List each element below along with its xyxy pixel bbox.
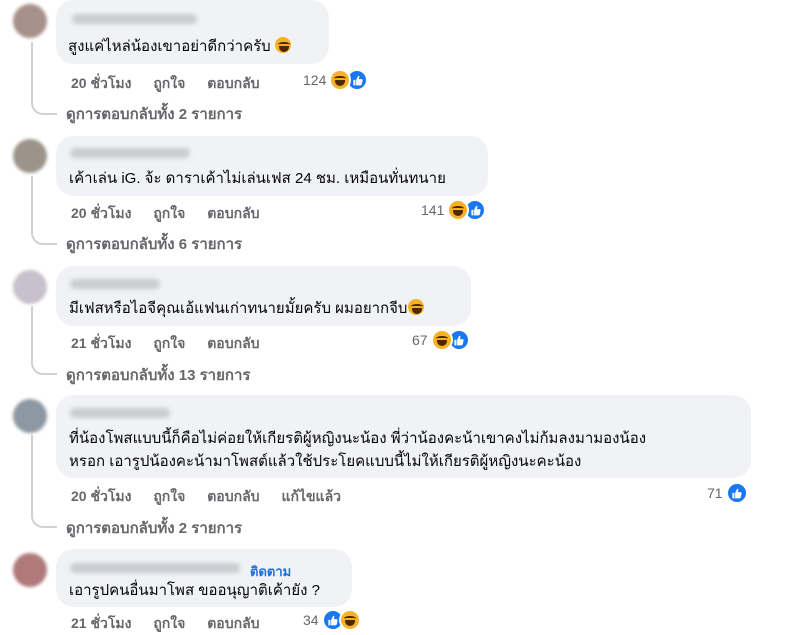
comment-text-line-2: หรอก เอารูปน้องคะน้ามาโพสต์แล้วใช้ประโยค… bbox=[69, 453, 582, 470]
timestamp[interactable]: 21 ชั่วโมง bbox=[71, 333, 131, 355]
timestamp[interactable]: 20 ชั่วโมง bbox=[71, 203, 131, 225]
follow-button[interactable]: ติดตาม bbox=[250, 561, 291, 582]
reaction-summary[interactable]: 34 bbox=[303, 609, 361, 631]
haha-icon bbox=[430, 329, 453, 351]
reply-button[interactable]: ตอบกลับ bbox=[207, 203, 259, 225]
reaction-count: 67 bbox=[412, 332, 428, 348]
haha-icon bbox=[447, 199, 470, 221]
view-replies-link[interactable]: ดูการตอบกลับทั้ง 13 รายการ bbox=[66, 363, 250, 387]
reaction-count: 124 bbox=[303, 72, 327, 88]
author-name-blurred[interactable] bbox=[70, 563, 240, 573]
reply-button[interactable]: ตอบกลับ bbox=[207, 486, 259, 508]
comment-text-line-1: ที่น้องโพสแบบนี้ก็คือไม่ค่อยให้เกียรติผู… bbox=[69, 430, 647, 447]
avatar[interactable] bbox=[13, 270, 47, 304]
reply-button[interactable]: ตอบกลับ bbox=[207, 613, 259, 635]
like-icon bbox=[725, 482, 748, 504]
timestamp[interactable]: 20 ชั่วโมง bbox=[71, 486, 131, 508]
avatar[interactable] bbox=[13, 4, 47, 38]
reaction-summary[interactable]: 67 bbox=[412, 329, 470, 351]
view-replies-link[interactable]: ดูการตอบกลับทั้ง 2 รายการ bbox=[66, 102, 242, 126]
reply-button[interactable]: ตอบกลับ bbox=[207, 333, 259, 355]
thread-connector bbox=[31, 176, 57, 245]
view-replies-link[interactable]: ดูการตอบกลับทั้ง 6 รายการ bbox=[66, 232, 242, 256]
comment-text: สูงแค่ไหล่น้องเขาอย่าดีกว่าครับ bbox=[68, 36, 291, 58]
thread-connector bbox=[31, 306, 57, 375]
haha-icon bbox=[338, 609, 361, 631]
author-name-blurred[interactable] bbox=[70, 279, 160, 289]
like-button[interactable]: ถูกใจ bbox=[153, 73, 185, 95]
comment-text: เอารูปคนอื่นมาโพส ขออนุญาติเค้ายัง ? bbox=[69, 582, 320, 599]
thread-connector bbox=[31, 435, 57, 528]
laughing-emoji-icon bbox=[274, 37, 291, 53]
avatar[interactable] bbox=[13, 553, 47, 587]
like-button[interactable]: ถูกใจ bbox=[153, 486, 185, 508]
author-name-blurred[interactable] bbox=[70, 148, 190, 158]
laughing-emoji-icon bbox=[408, 299, 425, 315]
like-button[interactable]: ถูกใจ bbox=[153, 333, 185, 355]
comment-actions: 20 ชั่วโมง ถูกใจ ตอบกลับ bbox=[71, 203, 278, 225]
timestamp[interactable]: 21 ชั่วโมง bbox=[71, 613, 131, 635]
comment-actions: 21 ชั่วโมง ถูกใจ ตอบกลับ bbox=[71, 613, 278, 635]
comment-text: มีเฟสหรือไอจีคุณเอ้แฟนเก่าทนายมั้ยครับ ผ… bbox=[69, 298, 425, 320]
comment-actions: 20 ชั่วโมง ถูกใจ ตอบกลับ แก้ไขแล้ว bbox=[71, 486, 359, 508]
reaction-count: 34 bbox=[303, 612, 319, 628]
author-name-blurred[interactable] bbox=[72, 14, 197, 24]
avatar[interactable] bbox=[13, 139, 47, 173]
comment-actions: 20 ชั่วโมง ถูกใจ ตอบกลับ bbox=[71, 73, 278, 95]
comment-text: เค้าเล่น iG. จ้ะ ดาราเค้าไม่เล่นเฟส 24 ช… bbox=[69, 170, 446, 187]
like-button[interactable]: ถูกใจ bbox=[153, 203, 185, 225]
reaction-summary[interactable]: 71 bbox=[707, 482, 748, 504]
timestamp[interactable]: 20 ชั่วโมง bbox=[71, 73, 131, 95]
reaction-summary[interactable]: 124 bbox=[303, 69, 369, 91]
reaction-count: 141 bbox=[421, 202, 445, 218]
reaction-count: 71 bbox=[707, 485, 723, 501]
thread-connector bbox=[31, 42, 57, 115]
avatar[interactable] bbox=[13, 399, 47, 433]
comment-actions: 21 ชั่วโมง ถูกใจ ตอบกลับ bbox=[71, 333, 278, 355]
author-name-blurred[interactable] bbox=[70, 408, 170, 418]
like-button[interactable]: ถูกใจ bbox=[153, 613, 185, 635]
reaction-summary[interactable]: 141 bbox=[421, 199, 487, 221]
reply-button[interactable]: ตอบกลับ bbox=[207, 73, 259, 95]
view-replies-link[interactable]: ดูการตอบกลับทั้ง 2 รายการ bbox=[66, 516, 242, 540]
edited-label[interactable]: แก้ไขแล้ว bbox=[281, 486, 341, 508]
haha-icon bbox=[329, 69, 352, 91]
